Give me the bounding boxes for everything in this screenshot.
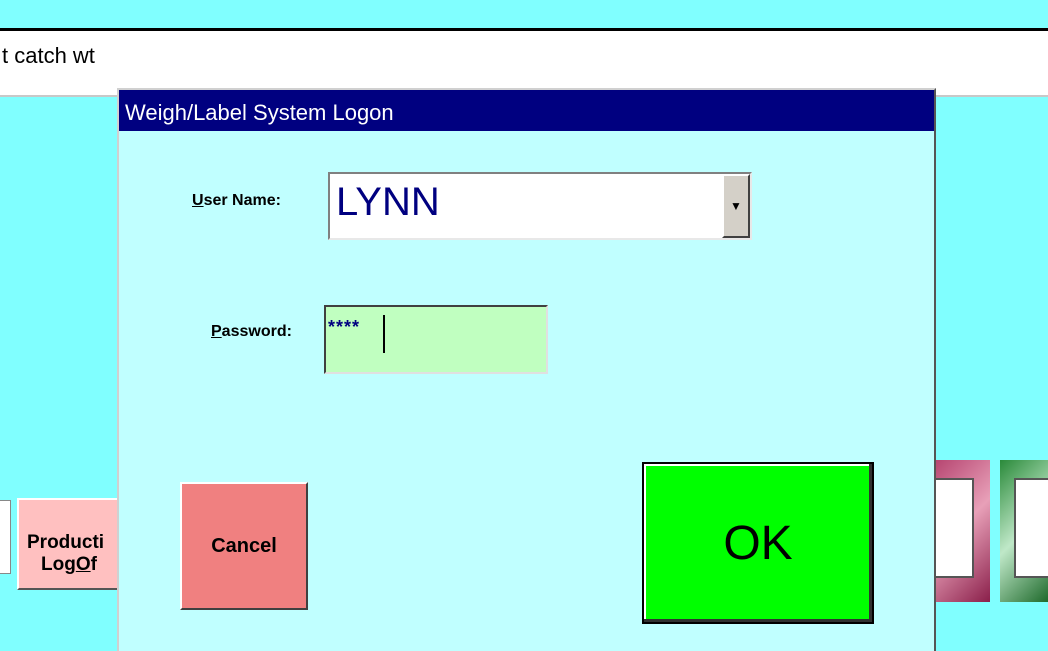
production-logoff-button[interactable]: Producti LogOf bbox=[17, 498, 125, 590]
user-name-value: LYNN bbox=[336, 180, 440, 224]
triangle-down-icon[interactable]: ▼ bbox=[722, 174, 750, 238]
password-field[interactable]: **** bbox=[324, 305, 548, 374]
production-logoff-line2: LogOf bbox=[41, 554, 97, 575]
user-name-label: User Name: bbox=[192, 192, 281, 209]
text-caret bbox=[383, 315, 385, 353]
tile-inner bbox=[934, 478, 974, 578]
dialog-titlebar[interactable]: Weigh/Label System Logon bbox=[119, 90, 934, 131]
background-tile-green[interactable] bbox=[1000, 460, 1048, 602]
logon-dialog: Weigh/Label System Logon User Name: LYNN… bbox=[117, 88, 936, 651]
production-logoff-line1: Producti bbox=[27, 532, 105, 553]
header-text: t catch wt bbox=[2, 43, 95, 68]
ok-button[interactable]: OK bbox=[642, 462, 874, 624]
user-name-combobox[interactable]: LYNN ▼ bbox=[328, 172, 752, 240]
dialog-title: Weigh/Label System Logon bbox=[125, 100, 394, 125]
password-value: **** bbox=[328, 317, 361, 337]
top-band bbox=[0, 0, 1048, 28]
background-field bbox=[0, 500, 11, 574]
tile-inner bbox=[1014, 478, 1048, 578]
password-label: Password: bbox=[211, 323, 292, 340]
cancel-button[interactable]: Cancel bbox=[180, 482, 308, 610]
